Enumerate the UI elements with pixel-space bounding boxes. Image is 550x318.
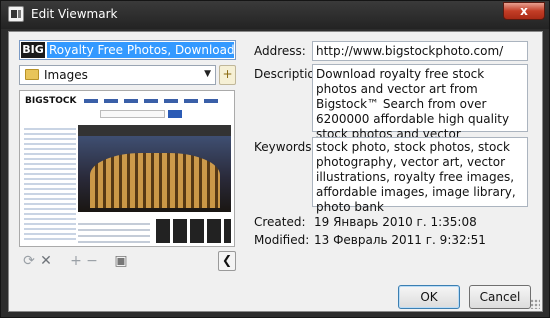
thumbnail-logo: BIGSTOCK [25,96,77,106]
keywords-label: Keywords: [254,140,316,154]
site-favicon-icon: BIG [21,42,45,58]
folder-icon [25,69,39,80]
dialog-body: BIG Royalty Free Photos, Download Stock … [8,31,543,312]
thumbnail-colosseum [90,153,220,208]
chevron-down-icon[interactable]: ▼ [204,69,211,79]
address-label: Address: [254,44,306,58]
thumbnail-search-button [168,110,182,118]
close-button[interactable]: x [503,2,545,20]
thumbnail-card-icons [156,219,231,243]
collapse-left-icon[interactable]: ❮ [218,251,236,271]
thumbnail-banner [78,125,231,136]
thumbnail-search [100,110,165,118]
address-field[interactable]: http://www.bigstockphoto.com/ [312,41,528,61]
app-icon [8,6,24,22]
description-field[interactable]: Download royalty free stock photos and v… [312,64,528,156]
thumbnail-sidebar [24,125,76,243]
cancel-button[interactable]: Cancel [469,285,531,309]
save-icon[interactable]: ▣ [112,252,130,270]
keywords-field[interactable]: stock photo, stock photos, stock photogr… [312,137,528,214]
title-bar[interactable]: Edit Viewmark x [1,1,549,29]
created-label: Created: [254,215,306,229]
window-title: Edit Viewmark [31,7,118,21]
thumbnail-nav [84,99,224,103]
page-thumbnail: BIGSTOCK [19,90,235,247]
folder-dropdown[interactable]: Images ▼ [19,65,216,85]
name-field[interactable]: BIG Royalty Free Photos, Download Stock … [19,40,236,60]
thumbnail-text-block [78,219,150,243]
name-field-value[interactable]: Royalty Free Photos, Download Stock Phot… [47,42,234,58]
remove-icon[interactable]: − [83,252,101,270]
created-value: 19 Январь 2010 г. 1:35:08 [314,215,477,229]
resize-grip[interactable] [530,299,540,309]
modified-value: 13 Февраль 2011 г. 9:32:51 [314,233,486,247]
new-folder-button[interactable]: + [219,65,236,85]
folder-dropdown-value: Images [44,68,88,82]
ok-button[interactable]: OK [398,285,460,309]
modified-label: Modified: [254,233,310,247]
refresh-icon[interactable]: ⟳ [20,252,38,270]
delete-icon[interactable]: ✕ [37,252,55,270]
edit-viewmark-dialog: Edit Viewmark x BIG Royalty Free Photos,… [0,0,550,318]
